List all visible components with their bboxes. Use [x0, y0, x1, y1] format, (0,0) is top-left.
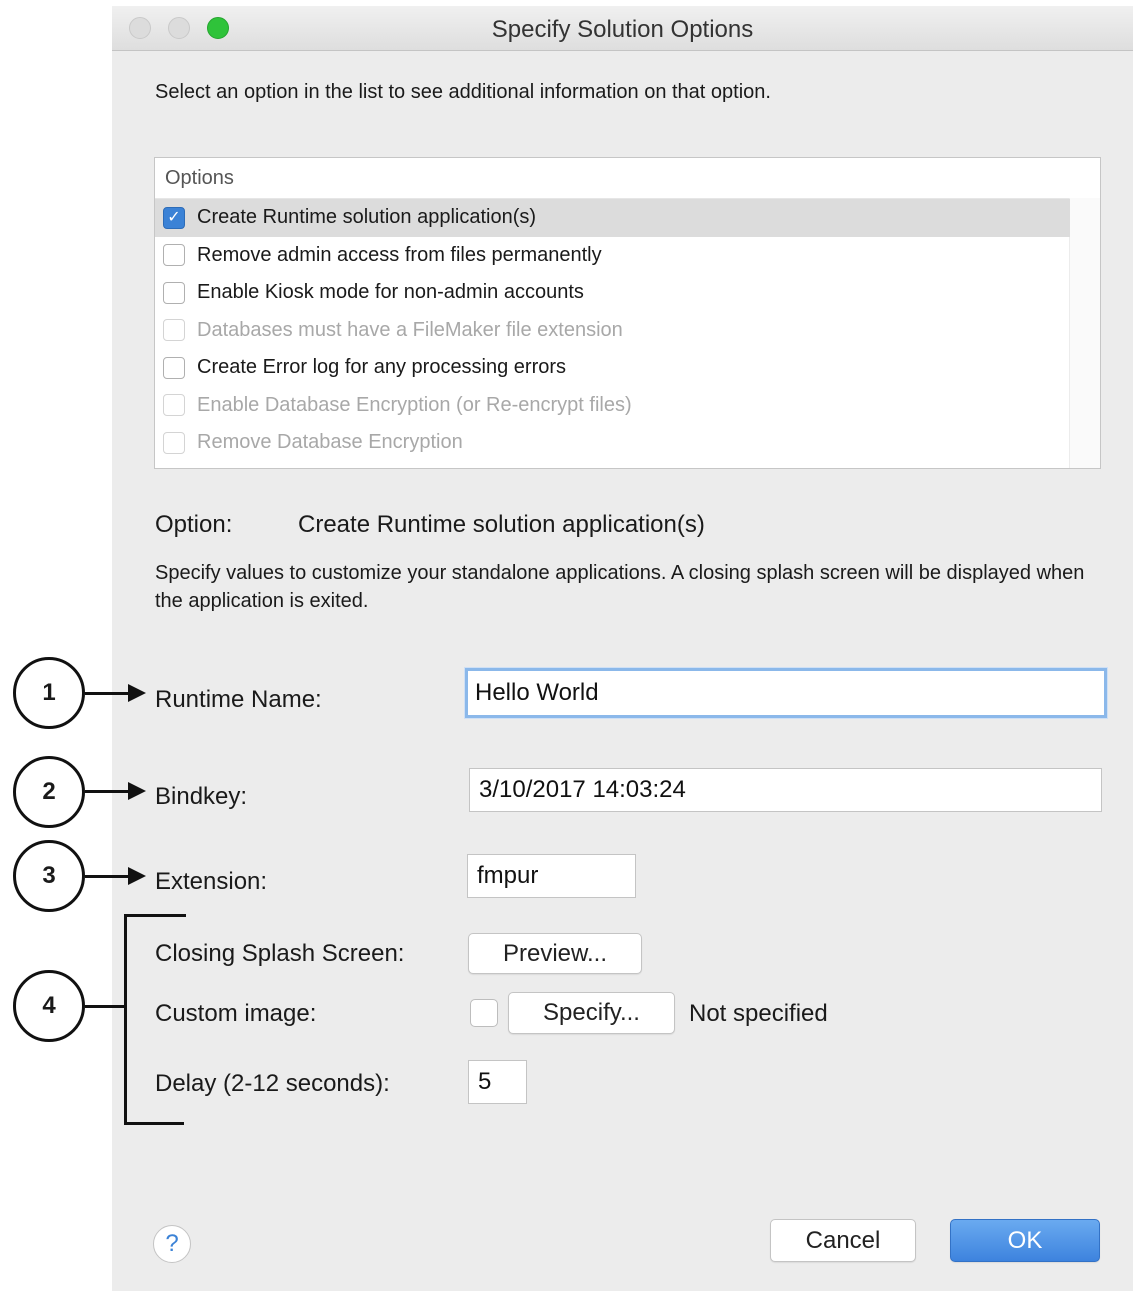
runtime-name-label: Runtime Name: — [155, 686, 322, 713]
checkbox-file-extension — [163, 319, 185, 342]
callout-4-bracket-bottom — [124, 1122, 184, 1125]
custom-image-status: Not specified — [689, 1000, 828, 1027]
options-list: Options ✓ Create Runtime solution applic… — [154, 157, 1101, 469]
instruction-text: Select an option in the list to see addi… — [155, 81, 771, 103]
option-row-kiosk-mode[interactable]: Enable Kiosk mode for non-admin accounts — [155, 274, 1070, 312]
window-title: Specify Solution Options — [491, 16, 754, 43]
checkbox-error-log[interactable] — [163, 356, 185, 379]
option-detail-label: Option: — [155, 511, 233, 538]
help-button[interactable]: ? — [153, 1225, 191, 1263]
checkbox-create-runtime[interactable]: ✓ — [163, 206, 185, 229]
preview-button[interactable]: Preview... — [468, 933, 642, 974]
specify-button[interactable]: Specify... — [508, 992, 675, 1034]
callout-4: 4 — [13, 970, 85, 1042]
callout-3: 3 — [13, 840, 85, 912]
option-row-create-runtime[interactable]: ✓ Create Runtime solution application(s) — [155, 199, 1070, 237]
callout-4-bracket-top — [124, 914, 186, 917]
bindkey-input[interactable] — [469, 768, 1102, 812]
callout-2-arrow-head — [128, 782, 146, 800]
bindkey-label: Bindkey: — [155, 783, 248, 810]
callout-3-arrow-line — [85, 875, 133, 878]
option-label: Remove admin access from files permanent… — [197, 243, 602, 266]
callout-3-arrow-head — [128, 867, 146, 885]
checkbox-enable-encryption — [163, 394, 185, 417]
extension-label: Extension: — [155, 868, 268, 895]
callout-1: 1 — [13, 657, 85, 729]
option-row-enable-encryption: Enable Database Encryption (or Re-encryp… — [155, 387, 1070, 425]
callout-4-connector — [85, 1005, 125, 1008]
option-label: Create Error log for any processing erro… — [197, 356, 567, 379]
runtime-name-input[interactable] — [465, 668, 1107, 718]
option-detail-value: Create Runtime solution application(s) — [298, 511, 705, 538]
option-row-remove-admin[interactable]: Remove admin access from files permanent… — [155, 237, 1070, 275]
option-row-error-log[interactable]: Create Error log for any processing erro… — [155, 349, 1070, 387]
option-label: Databases must have a FileMaker file ext… — [197, 318, 623, 341]
custom-image-label: Custom image: — [155, 1000, 317, 1027]
checkbox-kiosk-mode[interactable] — [163, 281, 185, 304]
closing-splash-label: Closing Splash Screen: — [155, 940, 405, 967]
options-list-header: Options — [155, 158, 1100, 199]
option-label: Remove Database Encryption — [197, 431, 463, 454]
checkbox-remove-encryption — [163, 431, 185, 454]
option-label: Create Runtime solution application(s) — [197, 206, 537, 229]
checkbox-remove-admin[interactable] — [163, 244, 185, 267]
options-scrollbar[interactable] — [1069, 198, 1100, 468]
option-label: Enable Database Encryption (or Re-encryp… — [197, 393, 632, 416]
dialog-window: Specify Solution Options Select an optio… — [112, 6, 1133, 1291]
callout-1-arrow-line — [85, 692, 133, 695]
custom-image-checkbox[interactable] — [470, 999, 498, 1027]
cancel-button[interactable]: Cancel — [770, 1219, 916, 1262]
option-row-remove-encryption: Remove Database Encryption — [155, 424, 1070, 462]
callout-1-arrow-head — [128, 684, 146, 702]
option-label: Enable Kiosk mode for non-admin accounts — [197, 281, 584, 304]
callout-2-arrow-line — [85, 790, 133, 793]
extension-input[interactable] — [467, 854, 636, 898]
option-row-file-extension: Databases must have a FileMaker file ext… — [155, 312, 1070, 350]
callout-2: 2 — [13, 756, 85, 828]
title-bar: Specify Solution Options — [112, 6, 1133, 51]
delay-label: Delay (2-12 seconds): — [155, 1070, 390, 1097]
ok-button[interactable]: OK — [950, 1219, 1100, 1262]
callout-4-bracket — [124, 914, 127, 1125]
option-description: Specify values to customize your standal… — [155, 562, 1085, 612]
delay-input[interactable] — [468, 1060, 527, 1104]
